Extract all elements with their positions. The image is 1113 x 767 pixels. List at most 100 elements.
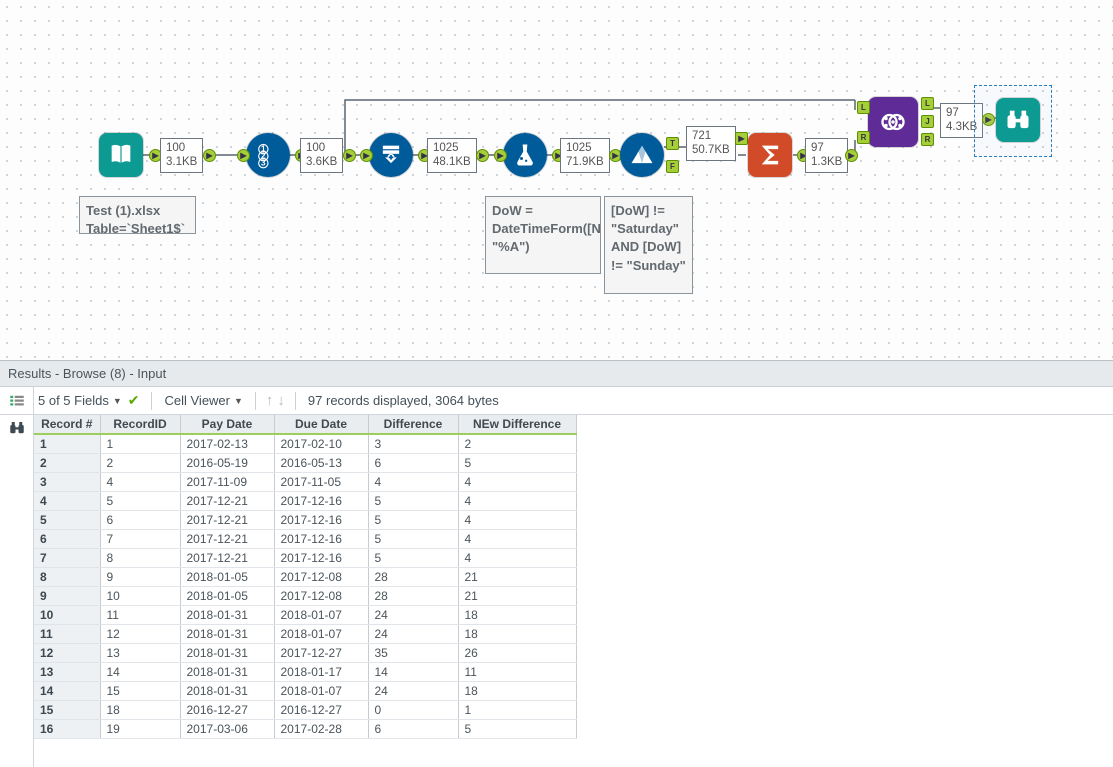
- cell[interactable]: 4: [458, 549, 576, 568]
- cell[interactable]: 28: [368, 568, 458, 587]
- generate-rows-tool[interactable]: [369, 133, 413, 177]
- table-row[interactable]: 112017-02-132017-02-1032: [34, 434, 576, 454]
- join-out-left-anchor[interactable]: L: [921, 97, 934, 110]
- cell[interactable]: 18: [458, 682, 576, 701]
- cell[interactable]: 2017-02-10: [274, 434, 368, 454]
- cell[interactable]: 1: [100, 434, 180, 454]
- column-header[interactable]: Pay Date: [180, 415, 274, 434]
- cell[interactable]: 9: [100, 568, 180, 587]
- cell[interactable]: 2018-01-07: [274, 625, 368, 644]
- cell[interactable]: 5: [100, 492, 180, 511]
- cell[interactable]: 2: [458, 434, 576, 454]
- cell[interactable]: 2018-01-05: [180, 568, 274, 587]
- cell[interactable]: 18: [458, 625, 576, 644]
- cell[interactable]: 5: [368, 549, 458, 568]
- filter-false-anchor[interactable]: F: [666, 160, 679, 173]
- output-anchor[interactable]: ▶: [203, 149, 216, 162]
- cell[interactable]: 7: [100, 530, 180, 549]
- cell[interactable]: 5: [458, 720, 576, 739]
- cell[interactable]: 2018-01-07: [274, 682, 368, 701]
- cell[interactable]: 2017-12-16: [274, 492, 368, 511]
- cell[interactable]: 19: [100, 720, 180, 739]
- results-grid[interactable]: Record #RecordIDPay DateDue DateDifferen…: [34, 415, 577, 739]
- table-row[interactable]: 12132018-01-312017-12-273526: [34, 644, 576, 663]
- cell[interactable]: 7: [34, 549, 100, 568]
- cell[interactable]: 26: [458, 644, 576, 663]
- cell[interactable]: 21: [458, 568, 576, 587]
- table-row[interactable]: 562017-12-212017-12-1654: [34, 511, 576, 530]
- column-header[interactable]: Difference: [368, 415, 458, 434]
- filter-tool[interactable]: [620, 133, 664, 177]
- cell[interactable]: 2017-12-16: [274, 530, 368, 549]
- cell[interactable]: 4: [100, 473, 180, 492]
- cell[interactable]: 15: [100, 682, 180, 701]
- table-row[interactable]: 16192017-03-062017-02-2865: [34, 720, 576, 739]
- cell[interactable]: 18: [100, 701, 180, 720]
- cell[interactable]: 1: [34, 434, 100, 454]
- cell[interactable]: 0: [368, 701, 458, 720]
- table-row[interactable]: 342017-11-092017-11-0544: [34, 473, 576, 492]
- table-row[interactable]: 9102018-01-052017-12-082821: [34, 587, 576, 606]
- cell[interactable]: 4: [458, 530, 576, 549]
- cell[interactable]: 9: [34, 587, 100, 606]
- input-anchor[interactable]: ▶: [360, 149, 373, 162]
- cell[interactable]: 4: [458, 473, 576, 492]
- summarize-tool[interactable]: [748, 133, 792, 177]
- table-row[interactable]: 14152018-01-312018-01-072418: [34, 682, 576, 701]
- cell[interactable]: 35: [368, 644, 458, 663]
- table-row[interactable]: 15182016-12-272016-12-2701: [34, 701, 576, 720]
- column-header[interactable]: RecordID: [100, 415, 180, 434]
- cell[interactable]: 2017-11-05: [274, 473, 368, 492]
- cell[interactable]: 2017-12-21: [180, 549, 274, 568]
- cell[interactable]: 3: [368, 434, 458, 454]
- cell[interactable]: 14: [34, 682, 100, 701]
- column-header[interactable]: NEw Difference: [458, 415, 576, 434]
- cell[interactable]: 2016-05-19: [180, 454, 274, 473]
- cell[interactable]: 2018-01-31: [180, 663, 274, 682]
- join-out-right-anchor[interactable]: R: [921, 133, 934, 146]
- join-out-join-anchor[interactable]: J: [921, 115, 934, 128]
- cell[interactable]: 2018-01-17: [274, 663, 368, 682]
- cell[interactable]: 2017-12-16: [274, 549, 368, 568]
- input-data-tool[interactable]: [99, 133, 143, 177]
- output-anchor[interactable]: ▶: [343, 149, 356, 162]
- cell[interactable]: 2017-02-28: [274, 720, 368, 739]
- cell[interactable]: 24: [368, 625, 458, 644]
- filter-true-anchor[interactable]: T: [666, 137, 679, 150]
- column-header[interactable]: Record #: [34, 415, 100, 434]
- workflow-canvas[interactable]: ▶ 100 3.1KB ▶ Test (1).xlsx Table=`Sheet…: [0, 0, 1113, 360]
- cell[interactable]: 6: [368, 720, 458, 739]
- table-row[interactable]: 452017-12-212017-12-1654: [34, 492, 576, 511]
- cell[interactable]: 2016-05-13: [274, 454, 368, 473]
- cell[interactable]: 2017-12-16: [274, 511, 368, 530]
- cell[interactable]: 14: [100, 663, 180, 682]
- table-row[interactable]: 782017-12-212017-12-1654: [34, 549, 576, 568]
- cell[interactable]: 11: [458, 663, 576, 682]
- table-row[interactable]: 222016-05-192016-05-1365: [34, 454, 576, 473]
- table-row[interactable]: 11122018-01-312018-01-072418: [34, 625, 576, 644]
- cell[interactable]: 2016-12-27: [180, 701, 274, 720]
- cell-viewer-selector[interactable]: Cell Viewer ▼: [160, 393, 246, 408]
- cell[interactable]: 2018-01-31: [180, 644, 274, 663]
- cell[interactable]: 14: [368, 663, 458, 682]
- output-anchor[interactable]: ▶: [845, 149, 858, 162]
- cell[interactable]: 12: [34, 644, 100, 663]
- cell[interactable]: 4: [34, 492, 100, 511]
- cell[interactable]: 16: [34, 720, 100, 739]
- cell[interactable]: 2017-03-06: [180, 720, 274, 739]
- cell[interactable]: 8: [100, 549, 180, 568]
- cell[interactable]: 2017-12-21: [180, 511, 274, 530]
- cell[interactable]: 24: [368, 606, 458, 625]
- cell[interactable]: 15: [34, 701, 100, 720]
- cell[interactable]: 4: [458, 511, 576, 530]
- cell[interactable]: 2017-12-08: [274, 568, 368, 587]
- list-icon[interactable]: [8, 392, 26, 410]
- cell[interactable]: 2017-02-13: [180, 434, 274, 454]
- output-anchor[interactable]: ▶: [735, 132, 748, 145]
- cell[interactable]: 5: [458, 454, 576, 473]
- cell[interactable]: 2: [100, 454, 180, 473]
- cell[interactable]: 6: [100, 511, 180, 530]
- cell[interactable]: 4: [458, 492, 576, 511]
- cell[interactable]: 3: [34, 473, 100, 492]
- cell[interactable]: 18: [458, 606, 576, 625]
